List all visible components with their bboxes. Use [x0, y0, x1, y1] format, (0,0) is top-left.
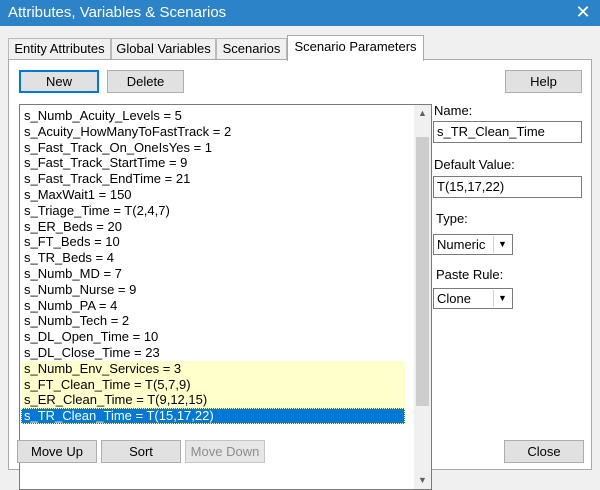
- list-item[interactable]: s_TR_Clean_Time = T(15,17,22): [21, 408, 405, 424]
- paste-rule-select-value: Clone: [437, 291, 471, 306]
- type-select-value: Numeric: [437, 237, 486, 252]
- close-icon[interactable]: ✕: [572, 1, 594, 23]
- type-label: Type:: [436, 211, 468, 226]
- list-item[interactable]: s_ER_Clean_Time = T(9,12,15): [21, 392, 405, 409]
- scenario-parameters-panel: New Delete Help s_Numb_Acuity_Levels = 5…: [8, 59, 592, 490]
- chevron-down-icon[interactable]: ▼: [493, 290, 511, 307]
- tab-global-variables[interactable]: Global Variables: [111, 38, 216, 59]
- type-select[interactable]: Numeric ▼: [433, 234, 513, 255]
- paste-rule-label: Paste Rule:: [436, 267, 504, 282]
- list-item[interactable]: s_Acuity_HowManyToFastTrack = 2: [21, 124, 405, 140]
- name-field[interactable]: s_TR_Clean_Time: [433, 121, 582, 143]
- default-value-field[interactable]: T(15,17,22): [433, 176, 582, 198]
- move-up-button[interactable]: Move Up: [17, 440, 97, 463]
- list-item[interactable]: s_Numb_Acuity_Levels = 5: [21, 108, 405, 124]
- parameter-list: s_Numb_Acuity_Levels = 5 s_Acuity_HowMany…: [21, 108, 405, 424]
- scroll-up-icon[interactable]: ▲: [414, 105, 431, 122]
- list-item[interactable]: s_Triage_Time = T(2,4,7): [21, 203, 405, 219]
- list-item[interactable]: s_DL_Close_Time = 23: [21, 345, 405, 361]
- list-item[interactable]: s_ER_Beds = 20: [21, 219, 405, 235]
- list-item[interactable]: s_FT_Beds = 10: [21, 234, 405, 250]
- list-item[interactable]: s_Fast_Track_StartTime = 9: [21, 155, 405, 171]
- title-bar[interactable]: Attributes, Variables & Scenarios ✕: [0, 0, 600, 26]
- list-item[interactable]: s_DL_Open_Time = 10: [21, 329, 405, 345]
- list-item[interactable]: s_Numb_MD = 7: [21, 266, 405, 282]
- list-item[interactable]: s_MaxWait1 = 150: [21, 187, 405, 203]
- list-item[interactable]: s_Numb_Env_Services = 3: [21, 360, 405, 377]
- scroll-down-icon[interactable]: ▼: [414, 472, 431, 489]
- list-item[interactable]: s_Numb_Tech = 2: [21, 313, 405, 329]
- window-title: Attributes, Variables & Scenarios: [8, 4, 227, 21]
- help-button[interactable]: Help: [505, 70, 582, 93]
- new-button[interactable]: New: [19, 70, 99, 93]
- tab-scenario-parameters[interactable]: Scenario Parameters: [287, 35, 424, 61]
- close-button[interactable]: Close: [504, 440, 584, 463]
- paste-rule-select[interactable]: Clone ▼: [433, 288, 513, 309]
- parameter-listbox[interactable]: s_Numb_Acuity_Levels = 5 s_Acuity_HowMany…: [19, 104, 432, 490]
- list-item[interactable]: s_Numb_Nurse = 9: [21, 282, 405, 298]
- dialog-window: Attributes, Variables & Scenarios ✕ Enti…: [0, 0, 600, 490]
- delete-button[interactable]: Delete: [107, 70, 184, 93]
- chevron-down-icon[interactable]: ▼: [493, 236, 511, 253]
- sort-button[interactable]: Sort: [101, 440, 181, 463]
- list-item[interactable]: s_FT_Clean_Time = T(5,7,9): [21, 376, 405, 393]
- scroll-thumb[interactable]: [416, 137, 429, 406]
- vertical-scrollbar[interactable]: ▲ ▼: [414, 105, 431, 489]
- list-item[interactable]: s_Fast_Track_On_OneIsYes = 1: [21, 140, 405, 156]
- move-down-button[interactable]: Move Down: [185, 440, 265, 463]
- list-item[interactable]: s_Fast_Track_EndTime = 21: [21, 171, 405, 187]
- list-item[interactable]: s_Numb_PA = 4: [21, 298, 405, 314]
- tab-entity-attributes[interactable]: Entity Attributes: [8, 38, 111, 59]
- default-value-label: Default Value:: [434, 157, 515, 172]
- tab-scenarios[interactable]: Scenarios: [216, 38, 287, 59]
- name-label: Name:: [434, 103, 473, 118]
- list-item[interactable]: s_TR_Beds = 4: [21, 250, 405, 266]
